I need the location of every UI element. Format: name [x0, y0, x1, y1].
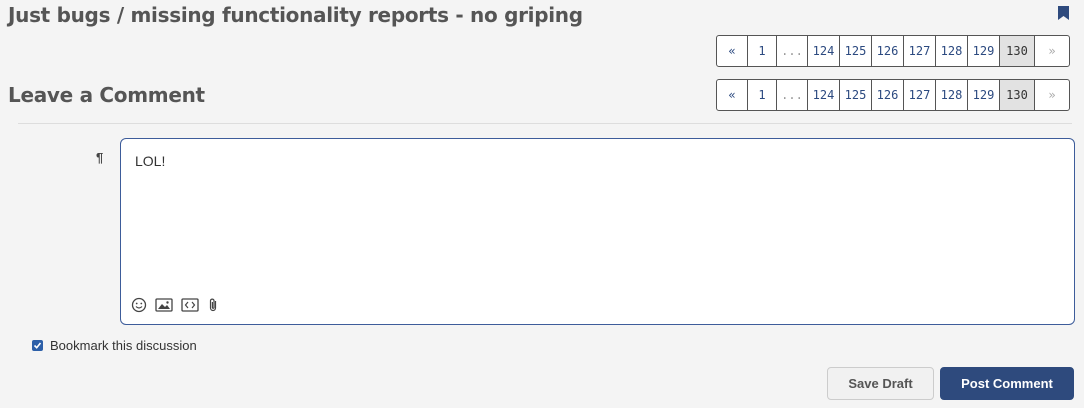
divider: [18, 123, 1072, 124]
bookmark-checkbox[interactable]: [32, 340, 43, 351]
comment-heading: Leave a Comment: [8, 83, 205, 107]
bookmark-icon[interactable]: [1058, 6, 1069, 20]
pager-prev[interactable]: «: [717, 36, 748, 66]
discussion-title: Just bugs / missing functionality report…: [8, 3, 583, 27]
pager-prev[interactable]: «: [717, 80, 748, 110]
pager-page[interactable]: 128: [936, 36, 968, 66]
pager-page[interactable]: 126: [872, 36, 904, 66]
pager-current-page: 130: [1000, 36, 1035, 66]
bookmark-label: Bookmark this discussion: [50, 338, 197, 353]
checkmark-icon: [33, 342, 42, 349]
comment-editor[interactable]: LOL!: [120, 138, 1075, 325]
pager-next: »: [1048, 88, 1056, 102]
pager-current-page: 130: [1000, 80, 1035, 110]
pager-page[interactable]: 124: [808, 36, 840, 66]
editor-toolbar: [131, 297, 219, 313]
attachment-icon[interactable]: [207, 297, 219, 313]
comment-textarea[interactable]: LOL!: [135, 153, 1035, 169]
pager-page[interactable]: 125: [840, 80, 872, 110]
paragraph-format-icon[interactable]: ¶: [96, 150, 103, 165]
pager-next: »: [1048, 44, 1056, 58]
pager-page[interactable]: 125: [840, 36, 872, 66]
pager-page[interactable]: 127: [904, 36, 936, 66]
pager-page[interactable]: 127: [904, 80, 936, 110]
pager-page[interactable]: 128: [936, 80, 968, 110]
pager-page[interactable]: 129: [968, 80, 1000, 110]
save-draft-button[interactable]: Save Draft: [827, 367, 934, 400]
pager-page-1[interactable]: 1: [748, 80, 777, 110]
image-icon[interactable]: [155, 297, 173, 313]
pager-page[interactable]: 129: [968, 36, 1000, 66]
bookmark-option[interactable]: Bookmark this discussion: [32, 338, 197, 353]
pager-page[interactable]: 124: [808, 80, 840, 110]
code-icon[interactable]: [181, 297, 199, 313]
pagination-bottom: « 1 ... 124 125 126 127 128 129 130 »: [716, 79, 1070, 111]
pager-page-1[interactable]: 1: [748, 36, 777, 66]
pagination-top: « 1 ... 124 125 126 127 128 129 130 »: [716, 35, 1070, 67]
pager-ellipsis: ...: [777, 36, 808, 66]
pager-page[interactable]: 126: [872, 80, 904, 110]
post-comment-button[interactable]: Post Comment: [940, 367, 1074, 400]
emoji-icon[interactable]: [131, 297, 147, 313]
pager-ellipsis: ...: [777, 80, 808, 110]
